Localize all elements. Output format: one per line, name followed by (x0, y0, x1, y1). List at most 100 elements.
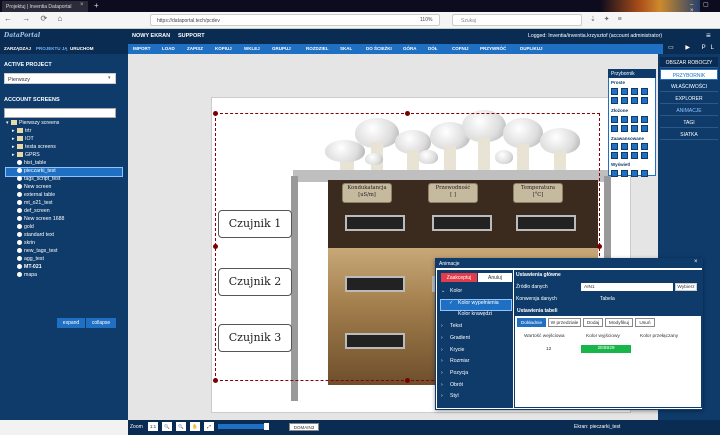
project-select[interactable]: Pierwszy (4, 73, 116, 84)
toolbox-tool-icon[interactable] (621, 116, 628, 123)
tree-screen[interactable]: gold (6, 224, 122, 232)
properties-button[interactable]: WŁAŚCIWOŚCI (660, 81, 718, 92)
animation-property-item[interactable]: › Gradient (441, 335, 511, 345)
exact-button[interactable]: Dokładnie (517, 318, 546, 327)
toolbar-split[interactable]: ROZDZIEL (306, 46, 329, 51)
toolbar-save[interactable]: ZAPISZ (187, 46, 203, 51)
toolbar-copy[interactable]: KOPIUJ (215, 46, 232, 51)
resize-handle[interactable] (213, 111, 218, 116)
toolbox-tool-icon[interactable] (631, 88, 638, 95)
toolbox-tool-icon[interactable] (621, 143, 628, 150)
toolbox-tool-icon[interactable] (611, 125, 618, 132)
resize-handle[interactable] (597, 244, 602, 249)
toolbar-load[interactable]: LOAD (162, 46, 175, 51)
resize-handle[interactable] (405, 378, 410, 383)
nav-support[interactable]: SUPPORT (178, 33, 205, 39)
toolbox-tool-icon[interactable] (641, 152, 648, 159)
tree-screen[interactable]: mapa (6, 272, 122, 280)
apply-button[interactable]: Zaakceptuj (441, 273, 477, 282)
toolbox-tool-icon[interactable] (611, 170, 618, 177)
pan-icon[interactable]: ✋ (190, 422, 200, 431)
toolbox-button[interactable]: PRZYBORNIK (660, 69, 718, 80)
toolbar-down[interactable]: DÓŁ (428, 46, 438, 51)
tree-screen[interactable]: external table (6, 192, 122, 200)
toolbox-tool-icon[interactable] (641, 143, 648, 150)
toolbox-tool-icon[interactable] (611, 88, 618, 95)
modify-button[interactable]: Modyfikuj (605, 318, 633, 327)
animation-property-item[interactable]: ✓ Kolor wypełnienia (440, 298, 512, 311)
toolbox-tool-icon[interactable] (611, 152, 618, 159)
url-field[interactable]: https://dataportal.tech/pcdev (150, 14, 440, 26)
fit-icon[interactable]: ⤢ (204, 422, 214, 431)
tree-screen[interactable]: New screen (6, 184, 122, 192)
range-button[interactable]: W przedziale (548, 318, 581, 327)
tree-folder[interactable]: ▸ IOT (6, 136, 122, 144)
subnav-manage[interactable]: ZARZĄDZAJ (4, 46, 31, 51)
chevron-down-icon[interactable]: ▾ (108, 75, 111, 81)
tree-screen[interactable]: mt_o21_test (6, 200, 122, 208)
toolbar-paste[interactable]: WKLEJ (244, 46, 260, 51)
tree-screen[interactable]: skrin (6, 240, 122, 248)
toolbox-tool-icon[interactable] (641, 116, 648, 123)
tree-folder[interactable]: ▸ GPRS (6, 152, 122, 160)
browser-toolbar-icons[interactable]: ⇣ ✦ ≡ (590, 15, 625, 23)
animation-property-item[interactable]: ⌄ Kolor (441, 288, 511, 298)
toolbox-tool-icon[interactable] (641, 170, 648, 177)
toolbox-tool-icon[interactable] (611, 116, 618, 123)
tree-folder[interactable]: ▸ trtr (6, 128, 122, 136)
subnav-run[interactable]: URUCHOM (70, 46, 94, 51)
tree-folder[interactable]: ▸ testa screens (6, 144, 122, 152)
toolbox-tool-icon[interactable] (611, 97, 618, 104)
collapse-button[interactable]: collapse (86, 318, 116, 328)
tree-screen[interactable]: new_tags_test (6, 248, 122, 256)
explorer-button[interactable]: EXPLORER (660, 93, 718, 104)
toolbox-tool-icon[interactable] (641, 88, 648, 95)
subnav-design[interactable]: PROJEKTU JĄ (36, 46, 68, 51)
menu-icon[interactable]: ≡ (706, 31, 711, 40)
animation-property-item[interactable]: › Rozmiar (441, 358, 511, 368)
toolbar-undo[interactable]: COFNIJ (452, 46, 469, 51)
toolbox-tool-icon[interactable] (621, 125, 628, 132)
tree-screen[interactable]: agg_test (6, 256, 122, 264)
toolbox-tool-icon[interactable] (621, 97, 628, 104)
animation-property-item[interactable]: › Tekst (441, 323, 511, 333)
animation-property-item[interactable]: › Styl (441, 393, 511, 403)
row-output-color[interactable]: 2EB929 (581, 345, 631, 353)
source-field[interactable]: AIN1 (581, 283, 673, 291)
browser-tab[interactable]: Projektuj | Inventia Dataportal (2, 1, 88, 12)
toolbox-tool-icon[interactable] (621, 152, 628, 159)
close-tab-icon[interactable]: × (80, 2, 84, 8)
toolbar-scale[interactable]: SKAL (340, 46, 352, 51)
toolbox-tool-icon[interactable] (631, 97, 638, 104)
tree-folder[interactable]: ▾ Pierwszy screens (6, 120, 122, 128)
tags-button[interactable]: TAGI (660, 117, 718, 128)
browser-nav-icons[interactable]: ← → ⟳ ⌂ (4, 14, 66, 23)
grid-button[interactable]: SIATKA (660, 129, 718, 140)
animation-property-item[interactable]: › Pozycja (441, 370, 511, 380)
toolbar-redo[interactable]: PRZYWRÓĆ (480, 46, 506, 51)
toolbox-tool-icon[interactable] (611, 143, 618, 150)
row-input-value[interactable]: 12 (546, 347, 551, 352)
tree-screen[interactable]: pieczarki_test (5, 167, 123, 177)
zoom-slider-knob[interactable] (264, 423, 269, 430)
toolbox-tool-icon[interactable] (631, 152, 638, 159)
tree-screen[interactable]: standard text (6, 232, 122, 240)
tree-screen[interactable]: New screen 1688 (6, 216, 122, 224)
zoom-slider[interactable] (218, 424, 266, 429)
tree-screen[interactable]: hist_table (6, 160, 122, 168)
toolbox-tool-icon[interactable] (631, 143, 638, 150)
nav-new-screen[interactable]: NOWY EKRAN (132, 33, 170, 39)
toolbox-tool-icon[interactable] (641, 125, 648, 132)
animation-property-item[interactable]: › Krycie (441, 347, 511, 357)
zoom-in-icon[interactable]: 🔍 (162, 422, 172, 431)
workspace-button[interactable]: OBSZAR ROBOCZY (660, 57, 718, 68)
resize-handle[interactable] (213, 244, 218, 249)
add-button[interactable]: Dodaj (583, 318, 603, 327)
choose-button[interactable]: Wybierz (675, 283, 697, 291)
toolbar-import[interactable]: IMPORT (133, 46, 151, 51)
delete-button[interactable]: Usuń (635, 318, 655, 327)
expand-button[interactable]: expand (57, 318, 85, 328)
toolbar-group[interactable]: GRUPUJ (272, 46, 291, 51)
toolbox-tool-icon[interactable] (621, 88, 628, 95)
toolbox-tool-icon[interactable] (631, 116, 638, 123)
